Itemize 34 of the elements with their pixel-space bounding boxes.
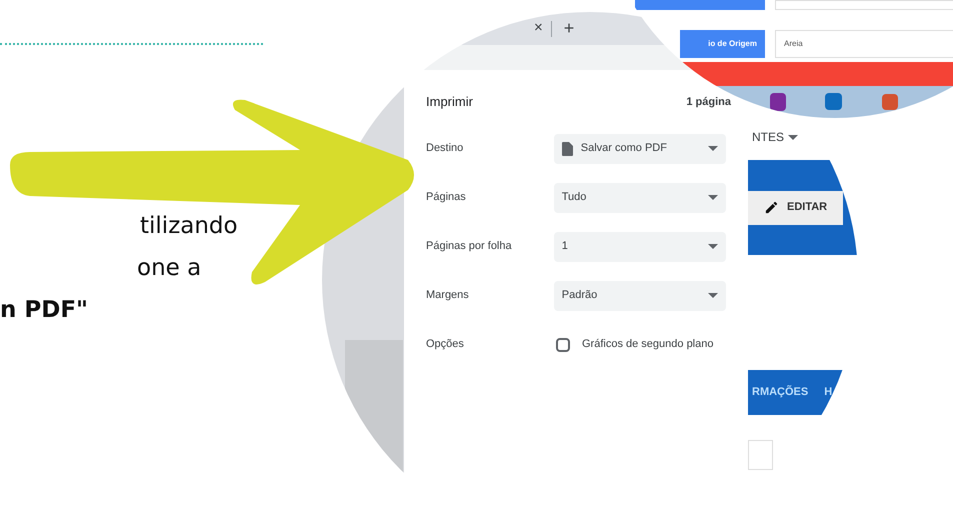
- tutorial-text: tilizando: [140, 213, 238, 239]
- close-tab-button[interactable]: ×: [534, 17, 543, 40]
- menu-label[interactable]: NTES: [752, 128, 784, 146]
- page-count: 1 página: [686, 94, 731, 110]
- tutorial-text: n PDF": [0, 297, 88, 323]
- setting-label: Destino: [426, 141, 464, 156]
- select-field[interactable]: Tudo: [554, 182, 726, 212]
- input-field[interactable]: [775, 0, 953, 10]
- checkbox[interactable]: [556, 338, 570, 352]
- select-field[interactable]: Padrão: [554, 280, 726, 310]
- dialog-title: Imprimir: [426, 93, 473, 112]
- page-tab[interactable]: H: [824, 384, 832, 401]
- dropdown-caret-icon: [708, 244, 718, 249]
- setting-label: Páginas: [426, 190, 467, 206]
- setting-label: Opções: [426, 337, 465, 352]
- field-label: io de Origem: [680, 30, 765, 58]
- app-icon[interactable]: [770, 93, 786, 111]
- input-field[interactable]: [748, 440, 773, 470]
- page-tab[interactable]: RMAÇÕES: [752, 384, 808, 401]
- select-field[interactable]: Salvar como PDF: [554, 134, 726, 164]
- dropdown-caret-icon: [708, 146, 718, 151]
- select-field[interactable]: 1: [554, 232, 726, 262]
- checkbox-label: Gráficos de segundo plano: [582, 337, 714, 352]
- input-field[interactable]: Areia: [775, 30, 953, 58]
- setting-label: Páginas por folha: [426, 239, 513, 254]
- file-icon: [562, 142, 573, 156]
- new-tab-button[interactable]: +: [564, 15, 574, 42]
- dropdown-caret-icon: [708, 293, 718, 298]
- dropdown-caret-icon: [708, 195, 718, 200]
- edit-button[interactable]: EDITAR: [748, 190, 844, 224]
- setting-label: Margens: [426, 288, 470, 304]
- pencil-icon: [764, 200, 779, 215]
- dropdown-caret-icon: [788, 134, 798, 140]
- tutorial-text: one a: [137, 255, 202, 281]
